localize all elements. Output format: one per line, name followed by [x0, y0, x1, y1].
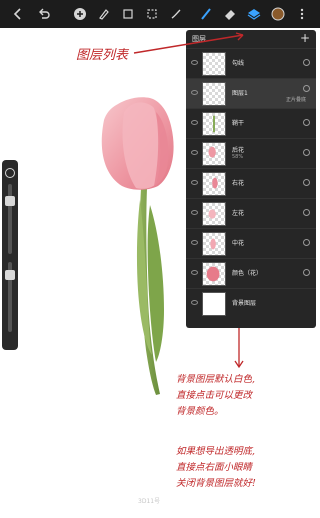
layer-thumbnail — [202, 292, 226, 316]
color-icon[interactable] — [268, 4, 288, 24]
layer-lock-icon[interactable] — [303, 149, 310, 156]
back-icon[interactable] — [8, 4, 28, 24]
crop-icon[interactable] — [118, 4, 138, 24]
layer-row[interactable]: 左花 — [186, 198, 316, 228]
layer-thumbnail — [202, 82, 226, 106]
modify-button[interactable] — [5, 168, 15, 178]
layer-thumbnail — [202, 202, 226, 226]
layer-thumbnail — [202, 52, 226, 76]
smudge-icon[interactable] — [166, 4, 186, 24]
add-icon[interactable] — [70, 4, 90, 24]
annotation-line: 背景图层默认白色, — [176, 374, 256, 385]
annotation-line: 关闭背景图层就好! — [176, 478, 256, 489]
layer-lock-icon[interactable] — [303, 59, 310, 66]
layer-row[interactable]: 后花 58% — [186, 138, 316, 168]
layer-row[interactable]: 右花 — [186, 168, 316, 198]
annotation-line: 直接点击可以更改 — [176, 390, 253, 401]
layer-lock-icon[interactable] — [303, 85, 310, 92]
visibility-eye-icon[interactable] — [191, 240, 198, 245]
annotation-transparent-note: 如果想导出透明底, 直接点右面小眼睛 关闭背景图层就好! — [176, 444, 316, 492]
layer-name: 鞘干 — [232, 120, 245, 127]
undo-icon[interactable] — [34, 4, 54, 24]
visibility-eye-icon[interactable] — [191, 180, 198, 185]
layers-panel-title: 图层 — [192, 35, 206, 43]
annotation-line: 背景颜色。 — [176, 406, 224, 417]
brush-size-knob[interactable] — [5, 196, 15, 206]
layer-name: 右花 — [232, 180, 245, 187]
layer-opacity: 58% — [232, 154, 244, 160]
visibility-eye-icon[interactable] — [191, 270, 198, 275]
visibility-eye-icon[interactable] — [191, 120, 198, 125]
layer-row[interactable]: 颜色（花） — [186, 258, 316, 288]
layer-thumbnail — [202, 112, 226, 136]
layer-thumbnail — [202, 262, 226, 286]
app-window: 3D11号 图层 + 勾线 图层1 正片叠底 鞘干 后花 58% 右花 左花 中… — [0, 0, 320, 518]
layer-name: 后花 — [232, 147, 245, 154]
layer-row-background[interactable]: 背景图层 — [186, 288, 316, 328]
annotation-line: 直接点右面小眼睛 — [176, 462, 253, 473]
layer-name: 中花 — [232, 240, 245, 247]
brush-adjust-icon[interactable] — [94, 4, 114, 24]
add-layer-button[interactable]: + — [300, 31, 310, 45]
layer-name: 颜色（花） — [232, 270, 263, 277]
annotation-background-note: 背景图层默认白色, 直接点击可以更改 背景颜色。 — [176, 372, 316, 420]
top-toolbar — [0, 0, 320, 28]
eraser-icon[interactable] — [220, 4, 240, 24]
visibility-eye-icon[interactable] — [191, 90, 198, 95]
layer-row[interactable]: 图层1 正片叠底 — [186, 78, 316, 108]
visibility-eye-icon[interactable] — [191, 60, 198, 65]
layer-lock-icon[interactable] — [303, 179, 310, 186]
left-slider-panel — [2, 160, 18, 350]
more-icon[interactable] — [292, 4, 312, 24]
opacity-knob[interactable] — [5, 270, 15, 280]
layer-row[interactable]: 中花 — [186, 228, 316, 258]
layer-name: 图层1 — [232, 90, 248, 97]
layer-name: 背景图层 — [232, 300, 257, 307]
layers-icon[interactable] — [244, 4, 264, 24]
layers-panel: 图层 + 勾线 图层1 正片叠底 鞘干 后花 58% 右花 左花 中花 颜色（花… — [186, 30, 316, 328]
layer-name: 左花 — [232, 210, 245, 217]
visibility-eye-icon[interactable] — [191, 150, 198, 155]
brush-icon[interactable] — [196, 4, 216, 24]
blend-mode-label: 正片叠底 — [285, 97, 306, 103]
layer-thumbnail — [202, 172, 226, 196]
annotation-line: 如果想导出透明底, — [176, 446, 256, 457]
visibility-eye-icon[interactable] — [191, 210, 198, 215]
brush-size-slider[interactable] — [8, 184, 12, 254]
layer-thumbnail — [202, 142, 226, 166]
layer-thumbnail — [202, 232, 226, 256]
layer-row[interactable]: 勾线 — [186, 48, 316, 78]
layers-panel-header: 图层 + — [186, 30, 316, 48]
canvas-watermark: 3D11号 — [138, 498, 161, 505]
layer-lock-icon[interactable] — [303, 269, 310, 276]
layer-lock-icon[interactable] — [303, 239, 310, 246]
layer-row[interactable]: 鞘干 — [186, 108, 316, 138]
layer-name: 勾线 — [232, 60, 245, 67]
annotation-layer-list: 图层列表 — [76, 48, 129, 63]
select-icon[interactable] — [142, 4, 162, 24]
layer-lock-icon[interactable] — [303, 209, 310, 216]
layer-lock-icon[interactable] — [303, 119, 310, 126]
visibility-eye-icon[interactable] — [191, 300, 198, 305]
